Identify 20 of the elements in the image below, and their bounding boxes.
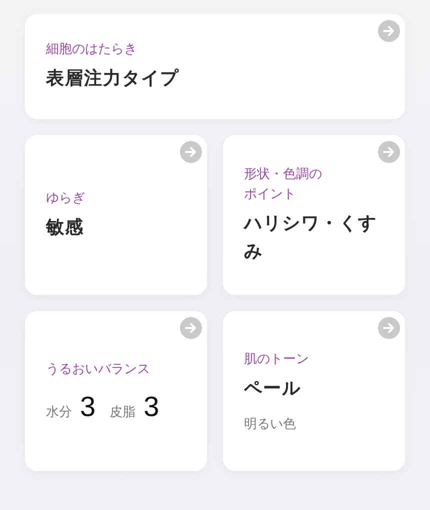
metric-score: 3 xyxy=(80,392,96,422)
card-label: ゆらぎ xyxy=(46,190,86,208)
card-label: 肌のトーン xyxy=(244,350,310,368)
card-label: ポイント xyxy=(244,186,297,204)
result-card[interactable]: うるおいバランス 水分 3 皮脂 3 xyxy=(25,311,207,471)
metric-score: 3 xyxy=(144,392,160,422)
card-note: 明るい色 xyxy=(244,416,297,432)
card-value: 敏感 xyxy=(46,216,85,240)
metric-name: 皮脂 xyxy=(110,404,136,421)
card-label: 細胞のはたらき xyxy=(46,41,138,59)
card-value: ペール xyxy=(244,376,302,400)
result-card[interactable]: 肌のトーン ペール 明るい色 xyxy=(223,311,405,471)
result-card[interactable]: ゆらぎ 敏感 xyxy=(25,135,207,295)
card-value: ハリシワ・くすみ xyxy=(244,212,378,264)
card-label: 形状・色調の xyxy=(244,166,323,184)
card-value: 表層注力タイプ xyxy=(46,67,180,91)
metric-name: 水分 xyxy=(46,404,72,421)
result-card[interactable]: 形状・色調の ポイント ハリシワ・くすみ xyxy=(223,135,405,295)
result-card[interactable]: 細胞のはたらき 表層注力タイプ xyxy=(25,14,405,119)
card-label: うるおいバランス xyxy=(46,361,151,379)
